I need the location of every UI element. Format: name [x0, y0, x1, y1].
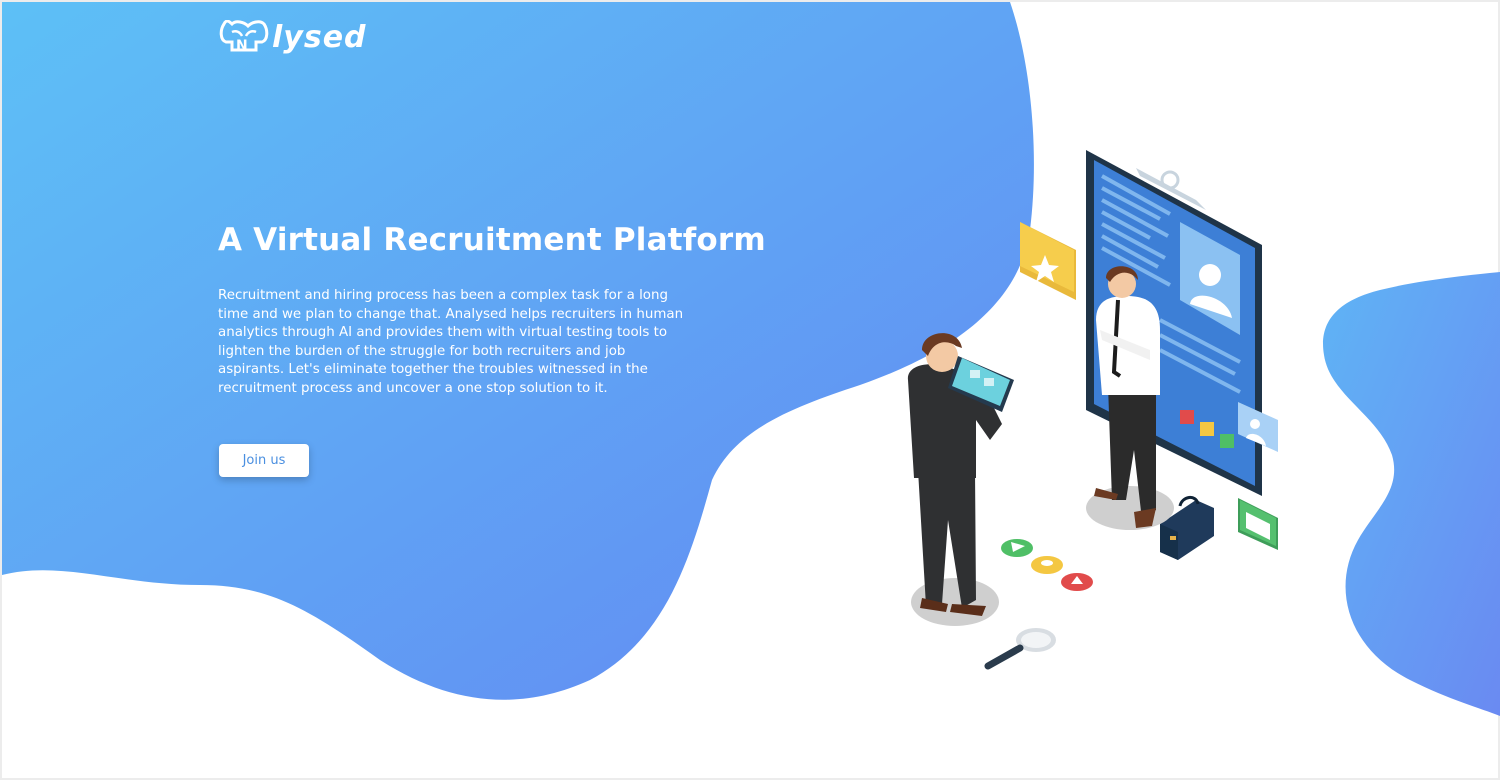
- logo-text: lysed: [272, 20, 367, 55]
- brain-logo-icon: N: [219, 20, 269, 54]
- magnifier: [984, 628, 1056, 670]
- hero-title: A Virtual Recruitment Platform: [218, 222, 766, 258]
- logo-mark-letter: N: [236, 38, 248, 54]
- user-profile-icon: [1199, 264, 1221, 286]
- join-us-button[interactable]: Join us: [219, 444, 309, 477]
- floor-buttons: [1001, 539, 1093, 591]
- recruitment-illustration: [907, 150, 1278, 670]
- brand-logo[interactable]: N lysed: [218, 18, 367, 58]
- right-blob-shape: [1323, 272, 1500, 716]
- man-with-tablet: [907, 333, 1014, 626]
- hero-description: Recruitment and hiring process has been …: [218, 288, 684, 396]
- mail-card: [1238, 498, 1278, 550]
- star-card: [1020, 222, 1076, 300]
